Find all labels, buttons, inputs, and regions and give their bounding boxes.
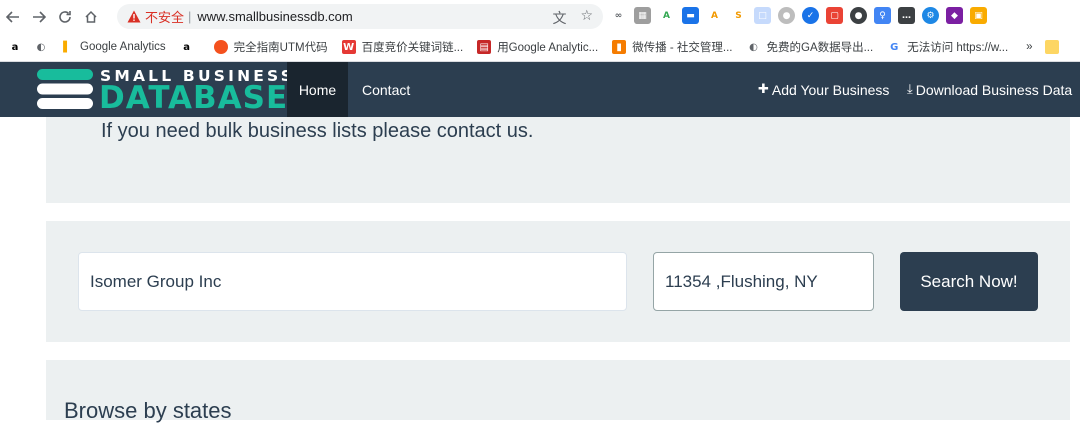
bookmark-label: 免费的GA数据导出... bbox=[766, 42, 874, 54]
bookmark-item[interactable]: ▤ 用Google Analytic... bbox=[477, 39, 598, 55]
bookmark-item[interactable]: W 百度竞价关键词链... bbox=[341, 39, 464, 55]
reload-icon[interactable] bbox=[52, 0, 78, 33]
extension-icon[interactable]: … bbox=[898, 7, 915, 24]
bookmark-label: 微传播 - 社交管理... bbox=[632, 42, 733, 54]
bookmark-item[interactable]: ◐ 免费的GA数据导出... bbox=[747, 39, 874, 55]
site-navbar: SMALL BUSINESS DATABASE Home Contact ✚ A… bbox=[0, 62, 1080, 117]
url-text[interactable]: www.smallbusinessdb.com bbox=[197, 9, 352, 24]
extension-icon[interactable]: A bbox=[706, 7, 723, 24]
google-analytics-icon: ▌ bbox=[63, 41, 71, 53]
bookmark-star-icon[interactable]: ☆ bbox=[580, 8, 593, 28]
add-business-label: Add Your Business bbox=[771, 81, 890, 98]
database-logo-icon bbox=[37, 69, 93, 109]
extension-icon[interactable]: ⚙ bbox=[922, 7, 939, 24]
w-icon: W bbox=[341, 40, 356, 54]
bookmark-label: 完全指南UTM代码 bbox=[233, 42, 328, 54]
browse-heading: Browse by states bbox=[64, 398, 232, 423]
site-logo[interactable]: SMALL BUSINESS DATABASE bbox=[36, 66, 292, 116]
plus-icon: ✚ bbox=[758, 82, 769, 97]
bookmark-item[interactable]: G 无法访问 https://w... bbox=[887, 39, 1008, 55]
download-data-label: Download Business Data bbox=[915, 81, 1073, 98]
other-bookmarks-folder[interactable] bbox=[1044, 40, 1065, 54]
extension-icon[interactable]: ▢ bbox=[826, 7, 843, 24]
search-now-button[interactable]: Search Now! bbox=[900, 252, 1038, 311]
extension-icon[interactable]: ▣ bbox=[970, 7, 987, 24]
warning-icon bbox=[127, 10, 141, 23]
bookmark-item[interactable]: 完全指南UTM代码 bbox=[213, 39, 328, 55]
extension-icon[interactable]: ✓ bbox=[802, 7, 819, 24]
back-icon[interactable] bbox=[0, 0, 26, 33]
translate-icon[interactable]: 文 bbox=[552, 8, 566, 28]
globe-icon: ◐ bbox=[749, 41, 758, 53]
bookmarks-bar: a ◐ ▌ Google Analytics a 完全指南UTM代码 W 百度竞… bbox=[0, 33, 1080, 62]
bookmark-label: 百度竞价关键词链... bbox=[361, 42, 464, 54]
location-input[interactable]: 11354 ,Flushing, NY bbox=[653, 252, 874, 311]
red-square-icon: ▤ bbox=[477, 40, 492, 54]
extension-icon[interactable]: ● bbox=[778, 7, 795, 24]
google-g-icon: G bbox=[890, 41, 899, 53]
url-separator: | bbox=[188, 9, 192, 24]
address-bar[interactable]: 不安全 | www.smallbusinessdb.com 文 ☆ bbox=[117, 4, 603, 29]
amazon-icon: a bbox=[183, 41, 191, 53]
bookmark-item[interactable]: a bbox=[180, 40, 200, 54]
add-business-link[interactable]: ✚ Add Your Business bbox=[758, 62, 889, 117]
bookmark-label: 用Google Analytic... bbox=[497, 42, 599, 54]
folder-icon bbox=[1044, 40, 1059, 54]
search-panel: Isomer Group Inc 11354 ,Flushing, NY Sea… bbox=[46, 221, 1070, 342]
security-label[interactable]: 不安全 bbox=[145, 7, 184, 26]
extension-icon[interactable]: ▦ bbox=[634, 7, 651, 24]
bookmark-item[interactable]: a bbox=[8, 40, 28, 54]
bookmarks-more-label: » bbox=[1026, 41, 1033, 53]
bookmarks-more-button[interactable]: » bbox=[1026, 41, 1032, 53]
download-icon: ⤓ bbox=[907, 82, 913, 97]
orange-circle-icon bbox=[213, 40, 228, 54]
extension-icon[interactable]: ♀ bbox=[874, 7, 891, 24]
extensions-bar: ∞ ▦ A ▬ A S □ ● ✓ ▢ ● ♀ … ⚙ ◆ ▣ bbox=[610, 7, 987, 24]
business-name-input[interactable]: Isomer Group Inc bbox=[78, 252, 627, 311]
extension-icon[interactable]: S bbox=[730, 7, 747, 24]
bookmark-item[interactable]: ◐ bbox=[34, 40, 54, 54]
orange-square-icon: ▮ bbox=[612, 40, 627, 54]
browser-toolbar: 不安全 | www.smallbusinessdb.com 文 ☆ ∞ ▦ A … bbox=[0, 0, 1080, 33]
home-icon[interactable] bbox=[78, 0, 104, 33]
amazon-icon: a bbox=[11, 41, 19, 53]
nav-home-link[interactable]: Home bbox=[287, 62, 348, 117]
browse-panel: Browse by states bbox=[46, 360, 1070, 423]
forward-icon[interactable] bbox=[26, 0, 52, 33]
extension-icon[interactable]: ◆ bbox=[946, 7, 963, 24]
bulk-info-text: If you need bulk business lists please c… bbox=[101, 120, 534, 142]
download-data-link[interactable]: ⤓ Download Business Data bbox=[907, 62, 1072, 117]
bulk-info-panel: If you need bulk business lists please c… bbox=[46, 117, 1070, 203]
logo-text-bottom: DATABASE bbox=[99, 80, 289, 116]
bookmark-label: Google Analytics bbox=[80, 41, 166, 53]
extension-icon[interactable]: ▬ bbox=[682, 7, 699, 24]
globe-icon: ◐ bbox=[36, 41, 46, 53]
bookmark-item[interactable]: ▮ 微传播 - 社交管理... bbox=[612, 39, 733, 55]
bookmark-item[interactable]: ▌ Google Analytics bbox=[60, 40, 166, 54]
extension-icon[interactable]: □ bbox=[754, 7, 771, 24]
bookmark-label: 无法访问 https://w... bbox=[907, 42, 1009, 54]
extension-icon[interactable]: A bbox=[658, 7, 675, 24]
nav-contact-link[interactable]: Contact bbox=[362, 62, 410, 117]
extension-icon[interactable]: ∞ bbox=[610, 7, 627, 24]
extension-icon[interactable]: ● bbox=[850, 7, 867, 24]
